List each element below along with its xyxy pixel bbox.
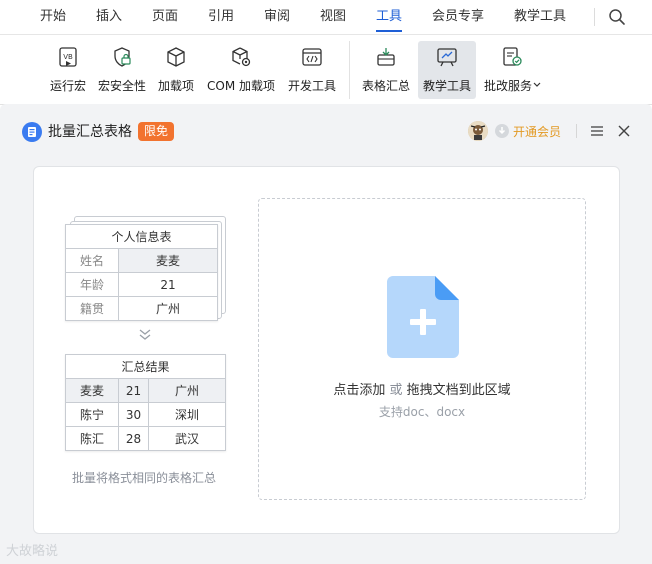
free-badge: 限免: [138, 122, 175, 141]
developer-tools-label: 开发工具: [287, 79, 336, 93]
com-add-ins-button[interactable]: COM 加载项: [202, 41, 280, 99]
avatar[interactable]: [468, 121, 488, 141]
add-ins-label: 加载项: [157, 79, 194, 93]
result-table-illustration: 汇总结果 麦麦 21 广州 陈宁 30 深圳 陈汇 28 武汉: [64, 354, 227, 451]
header-divider: [576, 124, 577, 138]
grading-service-label: 批改服务: [483, 79, 532, 93]
info-table-illustration: 个人信息表 姓名 麦麦 年龄 21 籍贯 广州: [64, 224, 219, 321]
info-label: 年龄: [65, 272, 119, 297]
info-value: 麦麦: [117, 248, 219, 273]
result-cell: 21: [118, 378, 149, 403]
result-cell: 深圳: [147, 402, 227, 427]
svg-text:VB: VB: [63, 53, 73, 61]
info-value: 广州: [117, 296, 219, 321]
teaching-tools-button[interactable]: 教学工具: [418, 41, 476, 99]
table-summary-button[interactable]: 表格汇总: [358, 41, 414, 99]
add-document-icon: [387, 276, 459, 358]
summary-panel: 批量汇总表格 限免 开通会员 个人信息表 姓名 麦麦 年龄 21 籍贯 广州 汇…: [0, 104, 652, 564]
menu-home[interactable]: 开始: [40, 7, 66, 27]
content-card: 个人信息表 姓名 麦麦 年龄 21 籍贯 广州 汇总结果 麦麦 21 广州 陈宁…: [33, 166, 620, 534]
result-cell: 陈汇: [65, 426, 119, 451]
info-label: 籍贯: [65, 296, 119, 321]
close-icon[interactable]: [617, 124, 631, 138]
illustration-caption: 批量将格式相同的表格汇总: [72, 471, 217, 485]
menu-icon[interactable]: [590, 124, 604, 138]
panel-title: 批量汇总表格: [48, 124, 132, 140]
grading-service-button[interactable]: 批改服务: [480, 41, 544, 99]
search-icon[interactable]: [606, 6, 628, 28]
result-cell: 28: [118, 426, 149, 451]
vip-link[interactable]: 开通会员: [513, 122, 561, 142]
result-cell: 陈宁: [65, 402, 119, 427]
menu-insert[interactable]: 插入: [96, 7, 122, 27]
table-summary-icon: [377, 48, 395, 66]
vb-macro-icon: VB: [59, 47, 77, 67]
cube-icon: [167, 47, 185, 67]
menu-tools[interactable]: 工具: [376, 7, 403, 32]
file-drop-zone[interactable]: 点击添加 或 拖拽文档到此区域 支持doc、docx: [258, 198, 586, 500]
run-macro-label: 运行宏: [49, 79, 86, 93]
info-table-title: 个人信息表: [64, 224, 219, 249]
panel-header: 批量汇总表格 限免 开通会员: [0, 104, 652, 158]
info-label: 姓名: [65, 248, 119, 273]
teaching-board-icon: [437, 48, 457, 67]
ribbon-divider: [349, 41, 350, 99]
shield-lock-icon: [114, 47, 131, 67]
drag-text: 拖拽文档到此区域: [406, 383, 511, 398]
com-add-ins-label: COM 加载项: [207, 79, 275, 93]
result-cell: 武汉: [147, 426, 227, 451]
vip-icon: [495, 124, 509, 138]
chevron-down-icon: [533, 82, 541, 87]
table-summary-logo-icon: [22, 122, 42, 142]
macro-security-button[interactable]: 宏安全性: [94, 41, 150, 99]
menu-bar: 开始 插入 页面 引用 审阅 视图 工具 会员专享 教学工具: [0, 0, 652, 35]
watermark: 大故略说: [6, 544, 59, 559]
menu-member[interactable]: 会员专享: [432, 7, 484, 27]
supported-formats: 支持doc、docx: [378, 405, 466, 419]
table-summary-label: 表格汇总: [361, 79, 410, 93]
grading-icon: [503, 47, 522, 66]
developer-tools-button[interactable]: 开发工具: [284, 41, 340, 99]
click-add-text: 点击添加: [333, 383, 386, 398]
menu-page[interactable]: 页面: [152, 7, 178, 27]
result-cell: 30: [118, 402, 149, 427]
menu-review[interactable]: 审阅: [264, 7, 290, 27]
result-table-title: 汇总结果: [64, 354, 227, 379]
or-text: 或: [389, 383, 403, 398]
add-ins-button[interactable]: 加载项: [154, 41, 198, 99]
code-window-icon: [302, 48, 322, 66]
cube-gear-icon: [232, 47, 251, 67]
run-macro-button[interactable]: VB 运行宏: [46, 41, 90, 99]
info-value: 21: [117, 272, 219, 297]
menu-divider: [594, 8, 595, 26]
menu-references[interactable]: 引用: [208, 7, 234, 27]
menu-teaching-tools[interactable]: 教学工具: [514, 7, 566, 27]
macro-security-label: 宏安全性: [97, 79, 146, 93]
result-cell: 广州: [147, 378, 227, 403]
double-chevron-down-icon: [139, 329, 151, 340]
result-cell: 麦麦: [65, 378, 119, 403]
drop-instruction: 点击添加 或 拖拽文档到此区域: [259, 379, 585, 398]
teaching-tools-label: 教学工具: [422, 79, 471, 93]
ribbon-toolbar: VB 运行宏 宏安全性 加载项 COM 加载项 开发工具 表格汇总 教学工具 批…: [0, 35, 652, 105]
menu-view[interactable]: 视图: [320, 7, 346, 27]
